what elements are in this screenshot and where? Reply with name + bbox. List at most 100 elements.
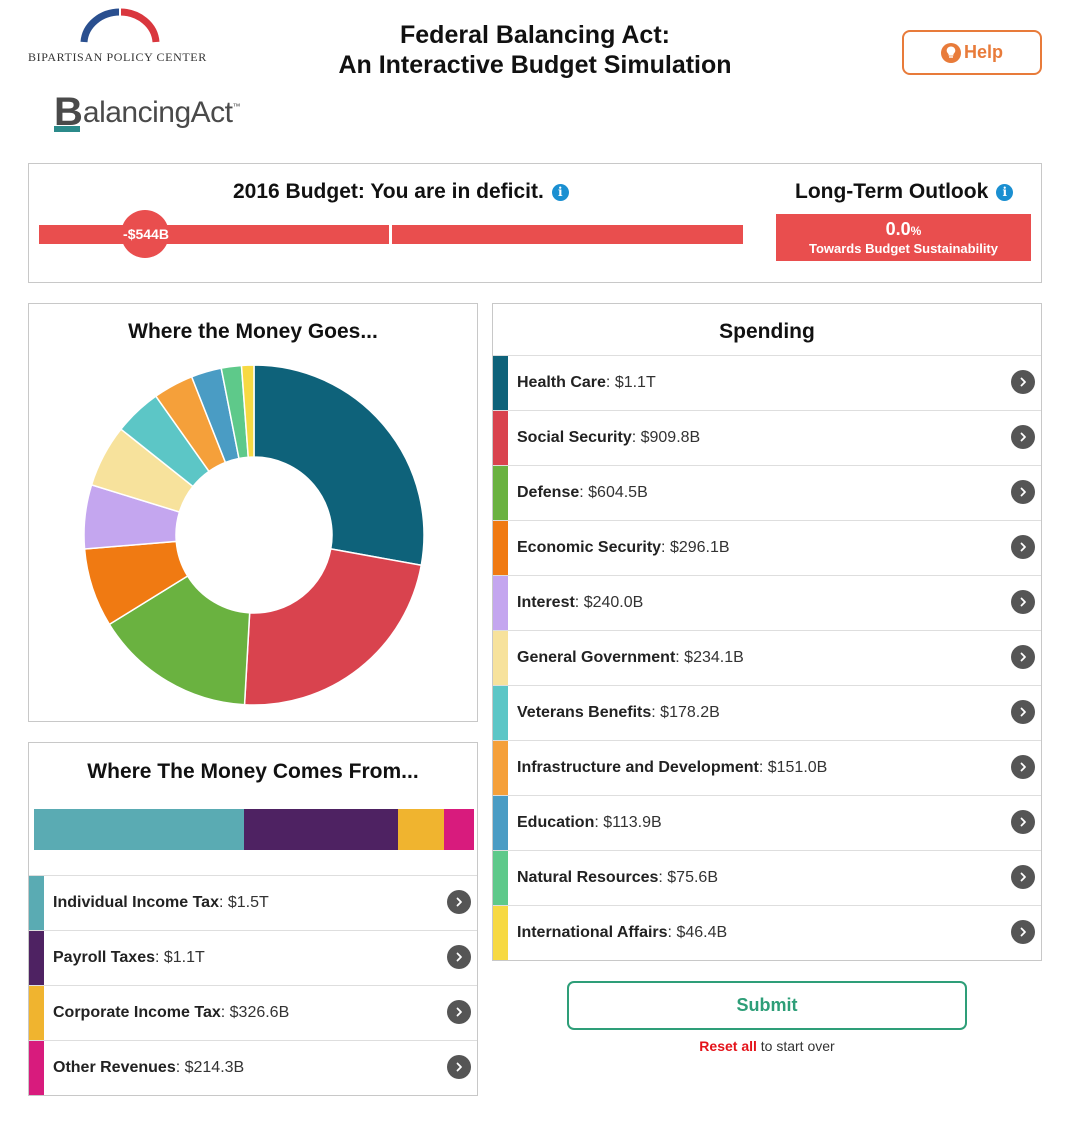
reset-all-link[interactable]: Reset all xyxy=(699,1038,757,1054)
chevron-right-icon[interactable] xyxy=(1011,480,1035,504)
revenue-stacked-bar xyxy=(34,809,474,850)
outlook-info-icon[interactable]: i xyxy=(996,183,1014,201)
revenue-row-individual-income-tax[interactable]: Individual Income Tax: $1.5T xyxy=(29,875,477,930)
chevron-right-icon[interactable] xyxy=(447,1055,471,1079)
spending-row-defense[interactable]: Defense: $604.5B xyxy=(493,465,1041,520)
chevron-right-icon[interactable] xyxy=(1011,645,1035,669)
category-name: Infrastructure and Development xyxy=(517,759,759,776)
budget-status-panel: 2016 Budget: You are in deficit. i -$544… xyxy=(28,163,1042,283)
spending-donut-chart xyxy=(83,364,425,706)
category-name: Economic Security xyxy=(517,539,662,556)
title-line-1: Federal Balancing Act: xyxy=(400,21,670,49)
spending-row-natural-resources[interactable]: Natural Resources: $75.6B xyxy=(493,850,1041,905)
category-name: Natural Resources xyxy=(517,869,659,886)
category-color-swatch xyxy=(493,686,508,740)
help-button[interactable]: Help xyxy=(902,30,1042,75)
category-color-swatch xyxy=(29,986,44,1040)
category-name: Social Security xyxy=(517,429,632,446)
category-amount: : $151.0B xyxy=(758,759,828,776)
category-color-swatch xyxy=(493,851,508,905)
spending-row-veterans-benefits[interactable]: Veterans Benefits: $178.2B xyxy=(493,685,1041,740)
lightbulb-icon xyxy=(940,42,961,63)
category-color-swatch xyxy=(493,356,508,410)
chevron-right-icon[interactable] xyxy=(447,945,471,969)
chevron-right-icon[interactable] xyxy=(1011,370,1035,394)
donut-slice-health-care[interactable] xyxy=(253,364,425,567)
outlook-title: Long-Term Outlook i xyxy=(795,180,1014,204)
submit-button[interactable]: Submit xyxy=(567,981,967,1030)
bpc-name: BIPARTISAN POLICY CENTER xyxy=(28,50,207,64)
revenue-row-payroll-taxes[interactable]: Payroll Taxes: $1.1T xyxy=(29,930,477,985)
category-name: Veterans Benefits xyxy=(517,704,652,721)
category-amount: : $909.8B xyxy=(631,429,701,446)
category-name: International Affairs xyxy=(517,924,668,941)
chevron-right-icon[interactable] xyxy=(447,890,471,914)
donut-slice-social-security[interactable] xyxy=(243,548,423,706)
revenue-row-other-revenues[interactable]: Other Revenues: $214.3B xyxy=(29,1040,477,1095)
revenue-list: Individual Income Tax: $1.5T Payroll Taxe… xyxy=(29,875,477,1095)
category-amount: : $75.6B xyxy=(658,869,718,886)
category-color-swatch xyxy=(493,631,508,685)
category-name: Individual Income Tax xyxy=(53,894,219,911)
chevron-right-icon[interactable] xyxy=(1011,755,1035,779)
chevron-right-icon[interactable] xyxy=(1011,535,1035,559)
category-amount: : $604.5B xyxy=(579,484,648,501)
revenue-bar-segment-corporate-income-tax xyxy=(398,809,444,850)
revenue-bar-segment-individual-income-tax xyxy=(34,809,245,850)
category-amount: : $113.9B xyxy=(594,814,662,831)
category-color-swatch xyxy=(493,411,508,465)
budget-title: 2016 Budget: You are in deficit. i xyxy=(233,180,569,204)
spending-row-economic-security[interactable]: Economic Security: $296.1B xyxy=(493,520,1041,575)
chevron-right-icon[interactable] xyxy=(1011,425,1035,449)
category-amount: : $326.6B xyxy=(220,1004,290,1021)
chevron-right-icon[interactable] xyxy=(1011,590,1035,614)
outlook-subtitle: Towards Budget Sustainability xyxy=(808,241,998,256)
revenue-row-corporate-income-tax[interactable]: Corporate Income Tax: $326.6B xyxy=(29,985,477,1040)
category-color-swatch xyxy=(493,521,508,575)
spending-row-health-care[interactable]: Health Care: $1.1T xyxy=(493,355,1041,410)
outlook-percentage: 0.0% xyxy=(885,219,922,239)
revenue-bar-segment-payroll-taxes xyxy=(244,809,399,850)
spending-row-general-government[interactable]: General Government: $234.1B xyxy=(493,630,1041,685)
reset-suffix: to start over xyxy=(756,1038,835,1054)
deficit-value: -$544B xyxy=(123,226,169,242)
category-name: Interest xyxy=(517,594,575,611)
category-name: Education xyxy=(517,814,595,831)
bpc-logo[interactable]: BIPARTISAN POLICY CENTER xyxy=(28,8,218,64)
budget-info-icon[interactable]: i xyxy=(551,183,569,201)
chevron-right-icon[interactable] xyxy=(1011,920,1035,944)
goes-title: Where the Money Goes... xyxy=(128,320,378,343)
where-money-goes-panel: Where the Money Goes... xyxy=(28,303,478,722)
chevron-right-icon[interactable] xyxy=(447,1000,471,1024)
chevron-right-icon[interactable] xyxy=(1011,810,1035,834)
category-name: Health Care xyxy=(517,374,606,391)
category-color-swatch xyxy=(493,466,508,520)
spending-row-education[interactable]: Education: $113.9B xyxy=(493,795,1041,850)
category-color-swatch xyxy=(493,741,508,795)
page-title: Federal Balancing Act: An Interactive Bu… xyxy=(300,20,770,80)
category-amount: : $240.0B xyxy=(574,594,644,611)
category-color-swatch xyxy=(29,931,44,985)
category-name: Payroll Taxes xyxy=(53,949,155,966)
spending-panel: Spending Health Care: $1.1T Social Securi… xyxy=(492,303,1042,961)
reset-line: Reset all to start over xyxy=(567,1038,967,1054)
category-color-swatch xyxy=(29,876,44,930)
revenue-bar-segment-other-revenues xyxy=(443,809,474,850)
spending-row-social-security[interactable]: Social Security: $909.8B xyxy=(493,410,1041,465)
category-color-swatch xyxy=(493,796,508,850)
category-amount: : $234.1B xyxy=(675,649,744,666)
spending-row-interest[interactable]: Interest: $240.0B xyxy=(493,575,1041,630)
deficit-bar-left xyxy=(39,225,389,244)
logo-b-icon: B xyxy=(54,90,83,134)
chevron-right-icon[interactable] xyxy=(1011,700,1035,724)
where-money-comes-from-panel: Where The Money Comes From... Individual… xyxy=(28,742,478,1096)
deficit-bar-right xyxy=(392,225,743,244)
chevron-right-icon[interactable] xyxy=(1011,865,1035,889)
category-amount: : $214.3B xyxy=(175,1059,245,1076)
from-title: Where The Money Comes From... xyxy=(87,760,419,783)
spending-row-international-affairs[interactable]: International Affairs: $46.4B xyxy=(493,905,1041,960)
category-amount: : $296.1B xyxy=(661,539,730,556)
spending-row-infrastructure-and-development[interactable]: Infrastructure and Development: $151.0B xyxy=(493,740,1041,795)
category-amount: : $46.4B xyxy=(667,924,728,941)
category-name: Other Revenues xyxy=(53,1059,176,1076)
